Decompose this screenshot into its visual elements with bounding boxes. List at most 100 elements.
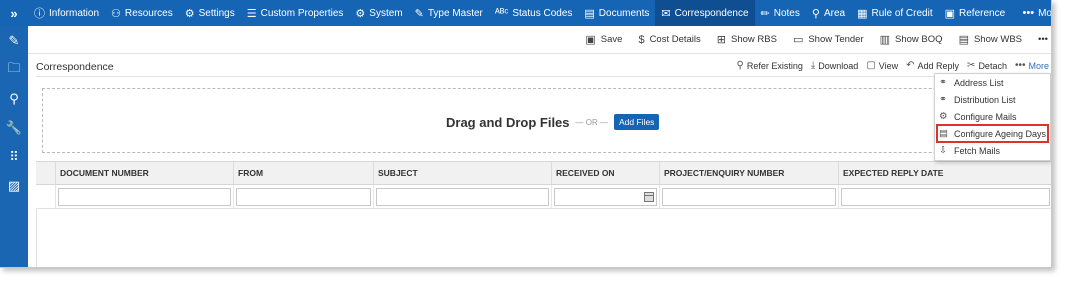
grid-header-subject[interactable]: SUBJECT xyxy=(374,162,552,184)
share-icon: ⚭ xyxy=(939,94,947,105)
show-wbs-button[interactable]: ▤ Show WBS xyxy=(959,33,1022,46)
nav-item-custom-properties[interactable]: ☰ Custom Properties xyxy=(241,0,350,26)
filter-document-number-cell xyxy=(56,185,234,208)
show-wbs-label: Show WBS xyxy=(973,34,1023,45)
map-pin-icon: ⚲ xyxy=(811,7,820,20)
nav-item-label: Settings xyxy=(198,7,235,19)
wrench-icon[interactable]: 🔧 xyxy=(0,113,28,142)
rbs-icon: ⊞ xyxy=(716,34,726,46)
search-icon[interactable]: ⚲ xyxy=(0,84,28,113)
filter-from-input[interactable] xyxy=(236,187,371,206)
abc-icon: ᴬᴮᶜ xyxy=(494,7,509,19)
share-icon: ⚭ xyxy=(939,77,947,88)
nav-item-reference[interactable]: ▣ Reference xyxy=(939,0,1012,26)
save-label: Save xyxy=(600,34,623,45)
toolbar-overflow-button[interactable]: ••• xyxy=(1038,34,1048,45)
menu-item-configure-mails[interactable]: ⚙ Configure Mails xyxy=(935,108,1050,125)
show-boq-label: Show BOQ xyxy=(895,34,943,45)
grid-filter-row xyxy=(36,185,1051,209)
menu-item-address-list[interactable]: ⚭ Address List xyxy=(935,74,1050,91)
grid-header-received-on[interactable]: RECEIVED ON xyxy=(552,162,660,184)
nav-item-label: Correspondence xyxy=(674,7,749,19)
nav-item-label: System xyxy=(369,7,403,19)
grid-header-project-enquiry-number[interactable]: PROJECT/ENQUIRY NUMBER xyxy=(660,162,839,184)
section-title: Correspondence xyxy=(36,61,114,73)
nav-item-system[interactable]: ⚙ System xyxy=(349,0,408,26)
nav-item-correspondence[interactable]: ✉ Correspondence xyxy=(655,0,755,26)
save-icon: ▣ xyxy=(585,34,596,46)
drop-zone-title: Drag and Drop Files xyxy=(446,114,570,130)
add-reply-button[interactable]: ↶ Add Reply xyxy=(906,60,959,71)
show-tender-button[interactable]: ▭ Show Tender xyxy=(793,33,864,46)
apps-grid-icon[interactable]: ⠿ xyxy=(0,142,28,171)
pencil-icon: ✏ xyxy=(760,7,770,20)
grid-header-document-number[interactable]: DOCUMENT NUMBER xyxy=(56,162,234,184)
filter-subject-cell xyxy=(374,185,552,208)
download-icon: ⤓ xyxy=(810,60,816,71)
filter-document-number-input[interactable] xyxy=(58,187,231,206)
users-icon: ⚇ xyxy=(111,7,121,20)
nav-item-type-master[interactable]: ✎ Type Master xyxy=(409,0,489,26)
more-button[interactable]: ••• More xyxy=(1015,60,1049,71)
cost-details-button[interactable]: $ Cost Details xyxy=(638,34,700,46)
toolbar: ▣ Save $ Cost Details ⊞ Show RBS ▭ Show … xyxy=(28,26,1051,54)
nav-item-status-codes[interactable]: ᴬᴮᶜ Status Codes xyxy=(489,0,579,26)
grid-header-select xyxy=(36,162,56,184)
detach-label: Detach xyxy=(978,60,1007,71)
expand-nav-icon[interactable]: » xyxy=(0,0,28,26)
nav-item-label: Type Master xyxy=(427,7,483,19)
download-label: Download xyxy=(818,60,859,71)
detach-button[interactable]: ✂ Detach xyxy=(967,60,1007,71)
menu-item-label: Address List xyxy=(954,77,1004,88)
menu-item-label: Fetch Mails xyxy=(954,145,1001,156)
filter-project-enquiry-input[interactable] xyxy=(662,187,836,206)
filter-expected-reply-cell xyxy=(839,185,1051,208)
filter-subject-input[interactable] xyxy=(376,187,549,206)
more-dots-icon: ••• xyxy=(1022,7,1035,19)
refer-existing-label: Refer Existing xyxy=(746,60,803,71)
nav-item-label: Documents xyxy=(598,7,650,19)
filter-from-cell xyxy=(234,185,374,208)
menu-item-label: Configure Ageing Days xyxy=(954,128,1047,139)
top-nav: » ⓘ Information ⚇ Resources ⚙ Settings ☰… xyxy=(0,0,1052,26)
nav-item-settings[interactable]: ⚙ Settings xyxy=(179,0,241,26)
show-tender-label: Show Tender xyxy=(808,34,864,45)
info-icon: ⓘ xyxy=(34,8,45,20)
refer-existing-button[interactable]: ⚲ Refer Existing xyxy=(737,60,803,71)
show-rbs-button[interactable]: ⊞ Show RBS xyxy=(717,33,777,46)
filter-received-on-cell xyxy=(552,185,660,208)
menu-item-configure-ageing-days[interactable]: ▤ Configure Ageing Days xyxy=(936,124,1049,143)
more-dropdown-menu: ⚭ Address List ⚭ Distribution List ⚙ Con… xyxy=(934,73,1051,161)
nav-item-label: Rule of Credit xyxy=(871,7,933,19)
file-drop-zone[interactable]: Drag and Drop Files — OR — Add Files xyxy=(42,88,1051,153)
save-button[interactable]: ▣ Save xyxy=(585,33,622,46)
show-boq-button[interactable]: ▥ Show BOQ xyxy=(880,33,943,46)
nav-more[interactable]: ••• Mo xyxy=(1017,0,1052,26)
pencil-icon[interactable]: ✎ xyxy=(0,26,28,55)
filter-expected-reply-input[interactable] xyxy=(841,187,1050,206)
nav-item-resources[interactable]: ⚇ Resources xyxy=(105,0,179,26)
chart-icon: ▦ xyxy=(857,7,868,20)
folder-icon[interactable]: 🗀 xyxy=(0,55,28,84)
download-button[interactable]: ⤓ Download xyxy=(811,60,858,71)
grid-header-from[interactable]: FROM xyxy=(234,162,374,184)
cost-icon: $ xyxy=(638,33,645,46)
nav-item-rule-of-credit[interactable]: ▦ Rule of Credit xyxy=(851,0,939,26)
calendar-icon[interactable] xyxy=(644,191,654,202)
add-files-button[interactable]: Add Files xyxy=(613,114,660,130)
nav-item-documents[interactable]: ▤ Documents xyxy=(578,0,655,26)
menu-item-distribution-list[interactable]: ⚭ Distribution List xyxy=(935,91,1050,108)
grid-header-expected-reply-date[interactable]: EXPECTED REPLY DATE xyxy=(839,162,1051,184)
report-icon[interactable]: ▨ xyxy=(0,171,28,200)
menu-item-fetch-mails[interactable]: ⇩ Fetch Mails xyxy=(935,142,1050,159)
nav-item-label: Information xyxy=(49,7,100,19)
nav-more-label: Mo xyxy=(1038,7,1052,19)
nav-item-area[interactable]: ⚲ Area xyxy=(806,0,851,26)
filter-received-on-input[interactable] xyxy=(554,187,657,206)
nav-item-notes[interactable]: ✏ Notes xyxy=(755,0,806,26)
nav-item-information[interactable]: ⓘ Information xyxy=(28,0,105,26)
view-button[interactable]: ▢ View xyxy=(866,60,898,71)
more-dots-icon: ••• xyxy=(1014,60,1026,71)
grid-header-row: DOCUMENT NUMBER FROM SUBJECT RECEIVED ON… xyxy=(36,161,1051,185)
system-icon: ⚙ xyxy=(355,7,366,20)
